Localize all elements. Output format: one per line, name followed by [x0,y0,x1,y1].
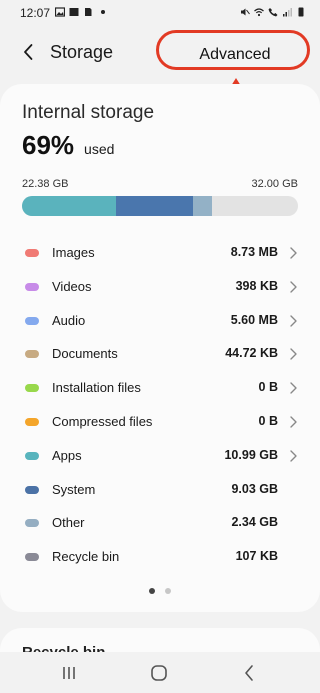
page-title: Storage [50,42,114,62]
category-size: 10.99 GB [224,447,278,462]
category-color-swatch [25,553,39,562]
category-color-swatch [25,350,39,359]
chevron-right-icon [290,348,297,361]
chevron-right-icon [290,416,297,428]
usage-segment-teal [22,196,116,216]
category-size: 44.72 KB [225,346,278,361]
status-time: 12:07 [20,6,51,20]
usage-segment-gray-blue [193,196,213,216]
category-label: System [52,481,96,497]
category-row[interactable]: Images 8.73 MB [0,236,320,270]
home-icon [151,665,167,681]
sim-notification-icon [85,8,92,16]
app-header: Storage Advanced [0,30,320,74]
system-icons [240,7,306,17]
category-row: System 9.03 GB [0,473,320,507]
wifi-icon [254,8,264,17]
category-size: 0 B [258,413,278,428]
category-label: Apps [52,447,82,463]
category-label: Other [52,515,85,531]
category-size: 8.73 MB [230,245,278,259]
usage-segment-blue [115,196,194,216]
category-size: 0 B [258,380,278,395]
category-size: 5.60 MB [230,312,278,327]
advanced-button[interactable]: Advanced [160,40,310,70]
page-dot[interactable] [165,588,171,594]
arrow-left-icon [24,44,33,60]
category-color-swatch [25,451,39,460]
chevron-right-icon [290,382,297,394]
mute-icon [241,8,250,16]
recent-apps-icon [63,667,75,679]
category-color-swatch [25,384,39,393]
page-dot[interactable] [149,588,155,594]
signal-icon [283,8,292,17]
category-row: Other 2.34 GB [0,506,320,540]
screen: 12:07 Storage Advanced Internal storage [0,0,320,693]
chevron-right-icon [290,450,297,462]
category-size: 107 KB [235,549,278,564]
battery-icon [298,7,304,17]
category-label: Videos [52,278,92,294]
category-row[interactable]: Installation files 0 B [0,371,320,405]
used-label: used [84,141,115,157]
total-amount: 32.00 GB [251,178,298,190]
category-size: 9.03 GB [231,481,278,496]
category-size: 2.34 GB [231,515,278,530]
call-icon [268,8,278,17]
more-notifications-icon [101,10,105,14]
category-label: Recycle bin [52,549,120,565]
category-row[interactable]: Apps 10.99 GB [0,439,320,473]
category-label: Audio [52,312,86,328]
category-list: Images 8.73 MB Videos 398 KB Audio 5.60 MB Doc… [0,236,320,574]
status-bar: 12:07 [0,0,320,26]
recent-apps-button[interactable] [54,662,84,684]
category-color-swatch [25,417,39,426]
gallery-notification-icon [55,7,65,17]
category-label: Installation files [52,380,141,396]
category-label: Compressed files [52,413,153,429]
section-title: Internal storage [22,102,155,123]
chevron-right-icon [290,314,297,327]
category-row[interactable]: Compressed files 0 B [0,405,320,439]
category-row: Recycle bin 107 KB [0,540,320,574]
notification-icons [55,7,105,17]
category-color-swatch [25,485,39,494]
usage-summary: 69% used [22,130,114,161]
back-button[interactable] [14,38,42,66]
category-label: Documents [52,346,118,362]
chevron-right-icon [290,281,297,293]
category-size: 398 KB [235,278,278,293]
category-row[interactable]: Audio 5.60 MB [0,304,320,338]
chevron-right-icon [290,247,297,259]
category-color-swatch [25,316,39,325]
page-indicator [0,588,320,594]
navigation-bar [0,652,320,693]
used-amount: 22.38 GB [22,178,69,190]
category-row[interactable]: Videos 398 KB [0,270,320,304]
usage-bar [22,196,298,216]
category-label: Images [52,245,95,260]
category-color-swatch [25,249,39,257]
category-row[interactable]: Documents 44.72 KB [0,337,320,371]
percent-used: 69% [22,130,75,160]
nav-back-button[interactable] [234,662,264,684]
internal-storage-card: Internal storage 69% used 22.38 GB 32.00… [0,84,320,612]
home-button[interactable] [144,662,174,684]
media-notification-icon [69,8,79,16]
category-color-swatch [25,282,39,291]
category-color-swatch [25,519,39,528]
back-icon [245,665,253,681]
